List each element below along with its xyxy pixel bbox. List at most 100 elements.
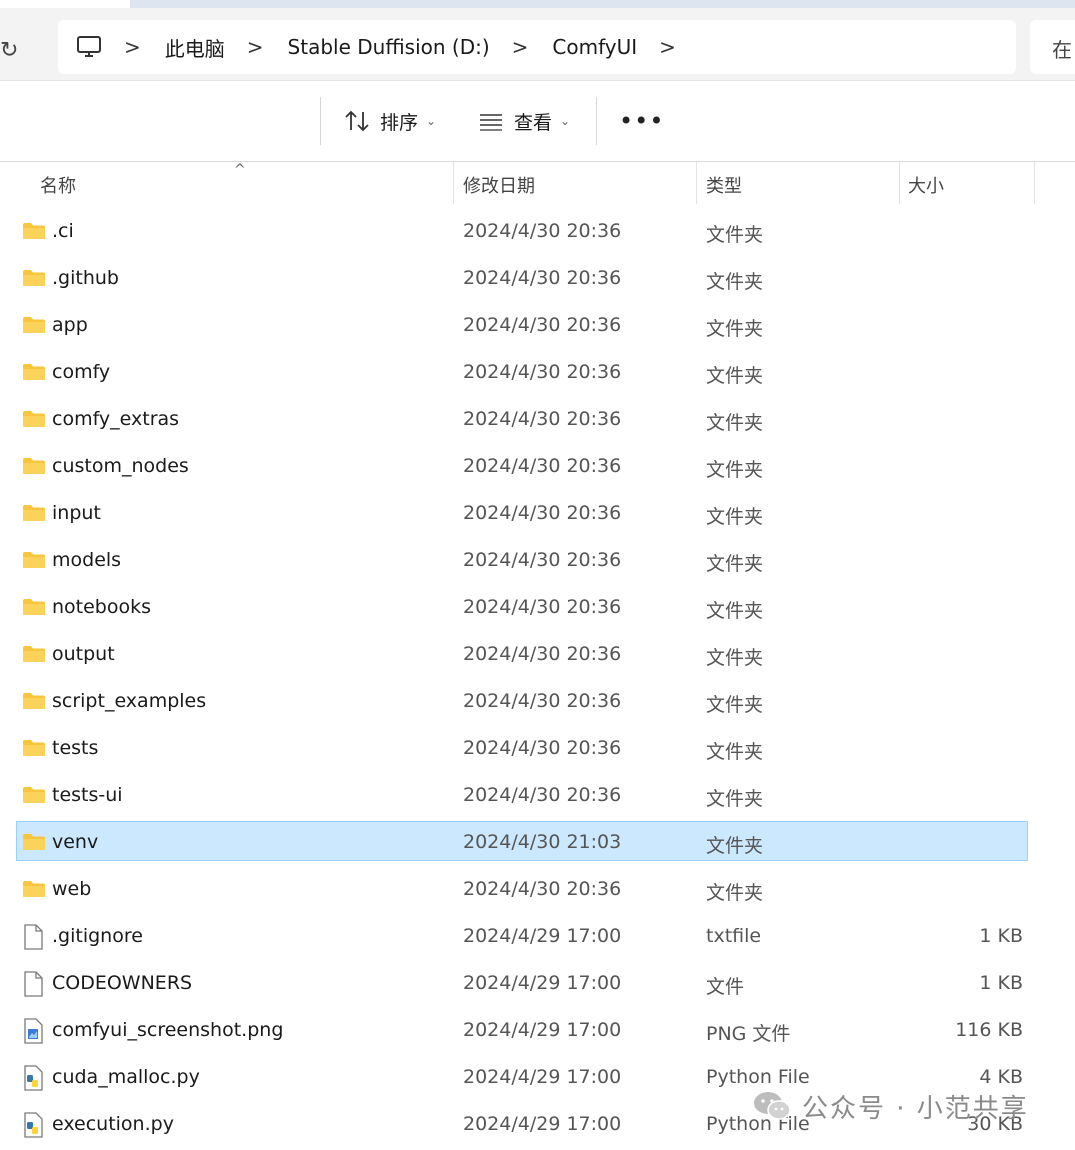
column-divider[interactable] bbox=[453, 162, 454, 204]
file-date: 2024/4/29 17:00 bbox=[463, 1066, 622, 1088]
search-input[interactable]: 在 bbox=[1030, 20, 1075, 74]
file-name[interactable]: app bbox=[52, 314, 88, 336]
file-row[interactable]: models 2024/4/30 20:36 文件夹 bbox=[0, 539, 1075, 586]
column-divider[interactable] bbox=[899, 162, 900, 204]
file-row[interactable]: .ci 2024/4/30 20:36 文件夹 bbox=[0, 210, 1075, 257]
file-type: 文件夹 bbox=[706, 318, 764, 340]
file-row[interactable]: tests-ui 2024/4/30 20:36 文件夹 bbox=[0, 774, 1075, 821]
file-date: 2024/4/30 20:36 bbox=[463, 314, 622, 336]
file-date: 2024/4/30 20:36 bbox=[463, 737, 622, 759]
folder-icon bbox=[22, 269, 46, 291]
chevron-down-icon: ⌄ bbox=[560, 114, 571, 128]
column-header-type[interactable]: 类型 bbox=[706, 172, 742, 198]
file-row[interactable]: output 2024/4/30 20:36 文件夹 bbox=[0, 633, 1075, 680]
view-label: 查看 bbox=[514, 111, 553, 134]
file-type: 文件 bbox=[706, 976, 745, 998]
this-pc-icon[interactable] bbox=[76, 36, 102, 58]
column-header-date[interactable]: 修改日期 bbox=[463, 172, 535, 198]
file-row[interactable]: tests 2024/4/30 20:36 文件夹 bbox=[0, 727, 1075, 774]
file-type: 文件夹 bbox=[706, 788, 764, 810]
file-type: 文件夹 bbox=[706, 694, 764, 716]
file-name[interactable]: comfy bbox=[52, 361, 110, 383]
column-divider[interactable] bbox=[1034, 162, 1035, 204]
toolbar-divider bbox=[320, 97, 321, 145]
file-name[interactable]: cuda_malloc.py bbox=[52, 1066, 200, 1088]
file-list: .ci 2024/4/30 20:36 文件夹 .github 2024/4/30 20… bbox=[0, 210, 1075, 1150]
file-name[interactable]: notebooks bbox=[52, 596, 151, 618]
file-row[interactable]: notebooks 2024/4/30 20:36 文件夹 bbox=[0, 586, 1075, 633]
view-button[interactable]: 查看 ⌄ bbox=[478, 103, 570, 139]
file-name[interactable]: execution.py bbox=[52, 1113, 174, 1135]
file-row[interactable]: comfyui_screenshot.png 2024/4/29 17:00 PNG… bbox=[0, 1009, 1075, 1056]
file-size: 4 KB bbox=[979, 1066, 1023, 1088]
python-file-icon bbox=[22, 1112, 44, 1142]
chevron-right-icon[interactable]: > bbox=[512, 35, 529, 59]
file-date: 2024/4/30 20:36 bbox=[463, 784, 622, 806]
file-name[interactable]: tests-ui bbox=[52, 784, 123, 806]
file-name[interactable]: venv bbox=[52, 831, 98, 853]
folder-icon bbox=[22, 833, 46, 855]
file-date: 2024/4/29 17:00 bbox=[463, 1019, 622, 1041]
folder-icon bbox=[22, 222, 46, 244]
file-date: 2024/4/30 20:36 bbox=[463, 690, 622, 712]
chevron-right-icon[interactable]: > bbox=[124, 35, 141, 59]
folder-icon bbox=[22, 739, 46, 761]
file-name[interactable]: web bbox=[52, 878, 91, 900]
file-row[interactable]: app 2024/4/30 20:36 文件夹 bbox=[0, 304, 1075, 351]
file-name[interactable]: .gitignore bbox=[52, 925, 143, 947]
column-divider[interactable] bbox=[696, 162, 697, 204]
breadcrumb-item-comfyui[interactable]: ComfyUI bbox=[552, 35, 637, 59]
file-type: 文件夹 bbox=[706, 459, 764, 481]
file-row[interactable]: script_examples 2024/4/30 20:36 文件夹 bbox=[0, 680, 1075, 727]
file-row[interactable]: comfy 2024/4/30 20:36 文件夹 bbox=[0, 351, 1075, 398]
chevron-right-icon[interactable]: > bbox=[659, 35, 676, 59]
file-name[interactable]: .github bbox=[52, 267, 119, 289]
file-name[interactable]: CODEOWNERS bbox=[52, 972, 192, 994]
more-options-button[interactable]: ••• bbox=[619, 107, 664, 135]
file-date: 2024/4/30 20:36 bbox=[463, 549, 622, 571]
sort-button[interactable]: 排序 ⌄ bbox=[344, 103, 436, 139]
file-row[interactable]: .gitignore 2024/4/29 17:00 txtfile 1 KB bbox=[0, 915, 1075, 962]
file-date: 2024/4/30 20:36 bbox=[463, 643, 622, 665]
image-file-icon bbox=[22, 1018, 44, 1048]
file-icon bbox=[22, 924, 44, 954]
column-header-size[interactable]: 大小 bbox=[908, 172, 944, 198]
file-row[interactable]: input 2024/4/30 20:36 文件夹 bbox=[0, 492, 1075, 539]
file-date: 2024/4/30 20:36 bbox=[463, 878, 622, 900]
refresh-icon[interactable]: ↻ bbox=[0, 38, 18, 63]
wechat-logo-icon bbox=[754, 1092, 791, 1120]
breadcrumb-item-this-pc[interactable]: 此电脑 bbox=[165, 33, 225, 62]
file-row[interactable]: .github 2024/4/30 20:36 文件夹 bbox=[0, 257, 1075, 304]
file-name[interactable]: output bbox=[52, 643, 115, 665]
file-row[interactable]: CODEOWNERS 2024/4/29 17:00 文件 1 KB bbox=[0, 962, 1075, 1009]
file-type: 文件夹 bbox=[706, 647, 764, 669]
file-name[interactable]: script_examples bbox=[52, 690, 206, 712]
breadcrumb[interactable]: > 此电脑 > Stable Duffision (D:) > ComfyUI … bbox=[58, 20, 1016, 74]
file-name[interactable]: comfyui_screenshot.png bbox=[52, 1019, 283, 1041]
file-type: 文件夹 bbox=[706, 553, 764, 575]
file-name[interactable]: .ci bbox=[52, 220, 74, 242]
sort-ascending-icon: ^ bbox=[234, 162, 246, 178]
file-type: 文件夹 bbox=[706, 224, 764, 246]
breadcrumb-item-drive[interactable]: Stable Duffision (D:) bbox=[288, 35, 490, 59]
file-type: 文件夹 bbox=[706, 835, 764, 857]
file-name[interactable]: comfy_extras bbox=[52, 408, 179, 430]
file-type: Python File bbox=[706, 1066, 810, 1088]
file-row[interactable]: comfy_extras 2024/4/30 20:36 文件夹 bbox=[0, 398, 1075, 445]
file-size: 1 KB bbox=[979, 925, 1023, 947]
file-row[interactable]: custom_nodes 2024/4/30 20:36 文件夹 bbox=[0, 445, 1075, 492]
file-row[interactable]: venv 2024/4/30 21:03 文件夹 bbox=[0, 821, 1075, 868]
file-name[interactable]: custom_nodes bbox=[52, 455, 189, 477]
sort-icon bbox=[345, 110, 369, 132]
view-icon bbox=[480, 114, 502, 131]
chevron-right-icon[interactable]: > bbox=[247, 35, 264, 59]
file-type: PNG 文件 bbox=[706, 1023, 791, 1045]
file-type: 文件夹 bbox=[706, 365, 764, 387]
file-name[interactable]: models bbox=[52, 549, 121, 571]
folder-icon bbox=[22, 645, 46, 667]
file-name[interactable]: tests bbox=[52, 737, 98, 759]
file-name[interactable]: input bbox=[52, 502, 101, 524]
file-row[interactable]: web 2024/4/30 20:36 文件夹 bbox=[0, 868, 1075, 915]
watermark: 公众号 · 小范共享 bbox=[752, 1086, 1029, 1126]
column-header-name[interactable]: 名称 bbox=[40, 172, 76, 198]
